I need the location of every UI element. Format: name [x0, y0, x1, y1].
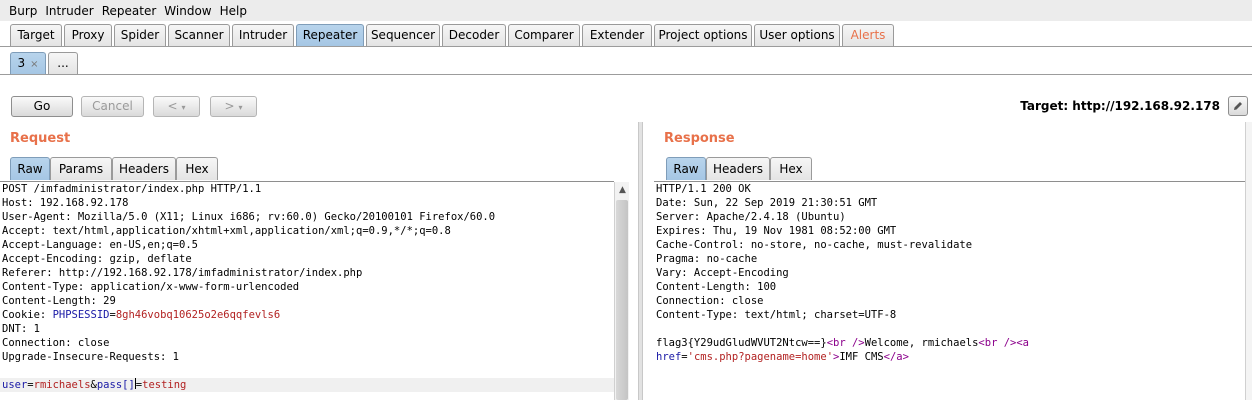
tab-sequencer[interactable]: Sequencer: [366, 24, 440, 46]
cookie-line: Cookie: PHPSESSID=8gh46vobq10625o2e6qqfe…: [0, 308, 614, 322]
request-line: Upgrade-Insecure-Requests: 1: [2, 351, 180, 363]
request-title: Request: [10, 131, 71, 146]
welcome-text: Welcome, rmichaels: [864, 337, 979, 349]
repeater-tab-strip: 3 × ...: [0, 48, 1252, 75]
response-line: Connection: close: [656, 295, 764, 307]
tab-spider[interactable]: Spider: [114, 24, 166, 46]
response-line: Content-Type: text/html; charset=UTF-8: [656, 309, 897, 321]
forward-button[interactable]: > ▾: [210, 96, 257, 117]
new-tab-button[interactable]: ...: [48, 52, 78, 74]
request-tab-params[interactable]: Params: [50, 157, 112, 180]
anchor-close-tag: </a>: [883, 351, 909, 363]
repeater-tab-label: 3: [17, 56, 26, 70]
menu-burp[interactable]: Burp: [9, 4, 37, 18]
cancel-button[interactable]: Cancel: [81, 96, 144, 117]
response-scroll-edge: [1245, 122, 1252, 400]
request-line: Referer: http://192.168.92.178/imfadmini…: [2, 267, 363, 279]
cookie-name: PHPSESSID: [52, 309, 110, 321]
param-pass: pass[]: [96, 379, 135, 391]
response-tab-raw[interactable]: Raw: [666, 157, 706, 180]
pane-splitter[interactable]: [638, 122, 643, 400]
request-line: Accept-Language: en-US,en;q=0.5: [2, 239, 198, 251]
tab-comparer[interactable]: Comparer: [508, 24, 580, 46]
target-label: Target: http://192.168.92.178: [1020, 99, 1220, 113]
link-text: IMF CMS: [839, 351, 884, 363]
cookie-value: 8gh46vobq10625o2e6qqfevls6: [115, 309, 281, 321]
tab-proxy[interactable]: Proxy: [64, 24, 112, 46]
back-arrow-icon: <: [167, 99, 178, 113]
chevron-down-icon[interactable]: ▾: [182, 103, 186, 112]
forward-arrow-icon: >: [224, 99, 235, 113]
response-line: Cache-Control: no-store, no-cache, must-…: [656, 239, 973, 251]
br-tag: <br />: [826, 337, 865, 349]
request-line: User-Agent: Mozilla/5.0 (X11; Linux i686…: [2, 211, 496, 223]
response-tab-hex[interactable]: Hex: [770, 157, 812, 180]
request-scrollbar[interactable]: ▲: [614, 182, 629, 400]
close-icon[interactable]: ×: [30, 59, 38, 70]
response-line: HTTP/1.1 200 OK: [656, 183, 751, 195]
back-button[interactable]: < ▾: [153, 96, 200, 117]
request-line: POST /imfadministrator/index.php HTTP/1.…: [2, 183, 262, 195]
br-tag: <br />: [978, 337, 1017, 349]
response-editor[interactable]: HTTP/1.1 200 OK Date: Sun, 22 Sep 2019 2…: [654, 181, 1245, 400]
tab-decoder[interactable]: Decoder: [442, 24, 506, 46]
edit-target-button[interactable]: [1228, 96, 1248, 116]
request-editor[interactable]: POST /imfadministrator/index.php HTTP/1.…: [0, 181, 614, 400]
flag-text: flag3{Y29udGludWVUT2Ntcw==}: [656, 337, 827, 349]
response-line: Vary: Accept-Encoding: [656, 267, 789, 279]
request-line: Accept-Encoding: gzip, deflate: [2, 253, 192, 265]
response-line: Expires: Thu, 19 Nov 1981 08:52:00 GMT: [656, 225, 897, 237]
request-tab-hex[interactable]: Hex: [176, 157, 218, 180]
repeater-tab-3[interactable]: 3 ×: [10, 52, 46, 74]
menu-bar: Burp Intruder Repeater Window Help: [0, 0, 1252, 21]
request-line: Host: 192.168.92.178: [2, 197, 129, 209]
param-user: user: [2, 379, 28, 391]
request-line: Content-Length: 29: [2, 295, 116, 307]
tab-user-options[interactable]: User options: [754, 24, 840, 46]
repeater-toolbar: Go Cancel < ▾ > ▾ Target: http://192.168.9…: [0, 76, 1252, 120]
response-line: Server: Apache/2.4.18 (Ubuntu): [656, 211, 846, 223]
param-pass-value: testing: [142, 379, 187, 391]
chevron-down-icon[interactable]: ▾: [239, 103, 243, 112]
param-user-value: rmichaels: [33, 379, 91, 391]
request-tab-headers[interactable]: Headers: [112, 157, 176, 180]
anchor-open-tag: <a: [1016, 337, 1030, 349]
tab-alerts[interactable]: Alerts: [842, 24, 894, 46]
scroll-thumb[interactable]: [616, 200, 628, 400]
menu-intruder[interactable]: Intruder: [45, 4, 93, 18]
tab-target[interactable]: Target: [10, 24, 62, 46]
request-line: Content-Type: application/x-www-form-url…: [2, 281, 300, 293]
request-tab-raw[interactable]: Raw: [10, 157, 50, 180]
menu-repeater[interactable]: Repeater: [102, 4, 157, 18]
tab-extender[interactable]: Extender: [582, 24, 652, 46]
cookie-prefix: Cookie:: [2, 309, 53, 321]
go-button[interactable]: Go: [11, 96, 73, 117]
response-tabs: Raw Headers Hex: [666, 157, 866, 181]
menu-window[interactable]: Window: [164, 4, 211, 18]
tab-intruder[interactable]: Intruder: [232, 24, 294, 46]
tab-repeater[interactable]: Repeater: [296, 24, 364, 46]
pencil-icon: [1234, 102, 1242, 110]
response-body-line: href='cms.php?pagename=home'>IMF CMS</a>: [654, 350, 1245, 364]
scroll-up-icon[interactable]: ▲: [617, 184, 628, 196]
main-tab-bar: Target Proxy Spider Scanner Intruder Rep…: [0, 21, 1252, 47]
response-line: Pragma: no-cache: [656, 253, 758, 265]
request-body: user=rmichaels&pass[]=testing: [0, 378, 614, 392]
tab-scanner[interactable]: Scanner: [168, 24, 230, 46]
response-title: Response: [664, 131, 735, 146]
request-line: Accept: text/html,application/xhtml+xml,…: [2, 225, 451, 237]
response-line: Content-Length: 100: [656, 281, 777, 293]
response-tab-headers[interactable]: Headers: [706, 157, 770, 180]
response-body-line: flag3{Y29udGludWVUT2Ntcw==}<br />Welcome…: [654, 336, 1245, 350]
request-line: DNT: 1: [2, 323, 40, 335]
href-attr: href: [656, 351, 682, 363]
request-tabs: Raw Params Headers Hex: [10, 157, 310, 181]
tab-project-options[interactable]: Project options: [654, 24, 752, 46]
response-line: Date: Sun, 22 Sep 2019 21:30:51 GMT: [656, 197, 878, 209]
menu-help[interactable]: Help: [220, 4, 247, 18]
href-value: 'cms.php?pagename=home': [687, 351, 834, 363]
request-line: Connection: close: [2, 337, 110, 349]
